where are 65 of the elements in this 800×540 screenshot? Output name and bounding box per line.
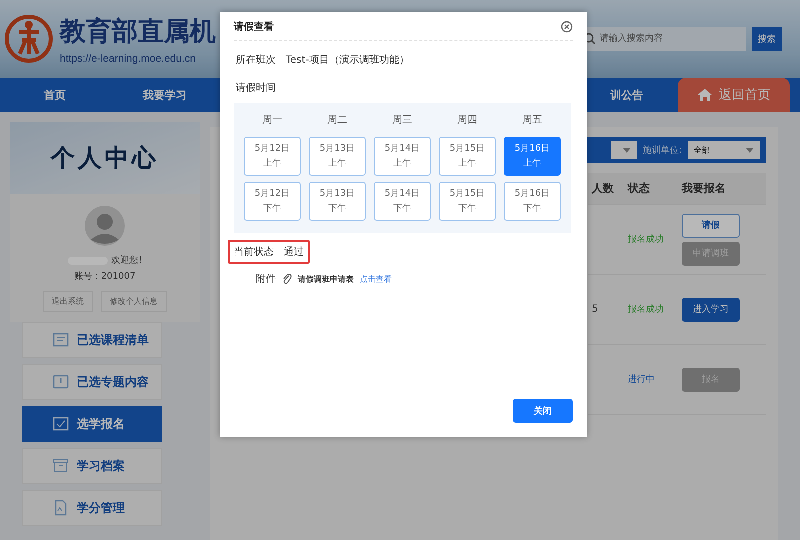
weekday-label: 周一 — [262, 114, 284, 128]
caret-icon — [746, 148, 754, 152]
menu-item[interactable]: 已选专题内容 — [22, 364, 162, 400]
action-button[interactable]: 进入学习 — [682, 298, 740, 322]
field-label: 当前状态 — [234, 246, 274, 259]
caret-icon — [622, 148, 631, 152]
view-link[interactable]: 点击查看 — [360, 274, 392, 284]
avatar-icon — [85, 206, 125, 246]
time-slot[interactable]: 5月14日 上午 — [374, 137, 431, 176]
time-slot[interactable]: 5月12日 下午 — [244, 182, 301, 221]
time-slot[interactable]: 5月14日 下午 — [374, 182, 431, 221]
profile-button[interactable]: 修改个人信息 — [101, 291, 167, 312]
file-name: 请假调班申请表 — [298, 274, 354, 284]
column-header: 我要报名 — [682, 181, 727, 196]
nav-item[interactable]: 我要学习 — [110, 88, 220, 102]
column-header: 状态 — [628, 181, 651, 196]
time-slot[interactable]: 5月15日 下午 — [439, 182, 496, 221]
close-button[interactable] — [561, 21, 573, 33]
weekday-label: 周五 — [522, 114, 544, 128]
nav-item[interactable]: 首页 — [0, 88, 110, 102]
time-slot[interactable]: 5月13日 上午 — [309, 137, 366, 176]
list-icon — [53, 332, 69, 348]
search-button[interactable]: 搜索 — [752, 27, 782, 51]
dropdown[interactable] — [610, 141, 637, 159]
sidebar-title: 个人中心 — [51, 142, 159, 174]
field-label: 所在班次 — [236, 54, 276, 67]
weekday-label: 周三 — [392, 114, 414, 128]
logo-icon — [4, 14, 54, 64]
time-slot[interactable]: 5月16日 下午 — [504, 182, 561, 221]
archive-icon — [53, 458, 69, 474]
column-header: 人数 — [591, 181, 615, 196]
dropdown-value: 全部 — [694, 144, 710, 156]
time-slot[interactable]: 5月16日 上午 — [504, 137, 561, 176]
site-url[interactable]: https://e-learning.moe.edu.cn — [60, 52, 216, 64]
dialog-title: 请假查看 — [234, 20, 274, 34]
field-value: 通过 — [284, 246, 304, 259]
table-cell-text: 5 — [591, 304, 598, 315]
action-button[interactable]: 请假 — [682, 214, 740, 238]
time-slot[interactable]: 5月13日 下午 — [309, 182, 366, 221]
dropdown[interactable]: 全部 — [688, 141, 760, 159]
close-dialog-button[interactable]: 关闭 — [513, 399, 573, 423]
time-slot[interactable]: 5月15日 上午 — [439, 137, 496, 176]
field-label: 请假时间 — [235, 82, 277, 95]
paperclip-icon — [282, 273, 292, 285]
menu-item[interactable]: 已选课程清单 — [22, 322, 162, 358]
field-label: 附件 — [256, 273, 276, 286]
greeting-text: 欢迎您! — [112, 254, 142, 267]
filter-label: 施训单位: — [642, 144, 682, 156]
close-icon — [561, 21, 573, 33]
menu-item[interactable]: 选学报名 — [22, 406, 162, 442]
weekday-label: 周四 — [456, 114, 478, 128]
menu-item[interactable]: 学分管理 — [22, 490, 162, 526]
site-title: 教育部直属机 — [60, 16, 216, 48]
time-slot[interactable]: 5月12日 上午 — [244, 137, 301, 176]
home-button[interactable]: 返回首页 — [678, 78, 790, 112]
weekday-label: 周二 — [326, 114, 348, 128]
document-icon — [53, 500, 69, 516]
menu-item[interactable]: 学习档案 — [22, 448, 162, 484]
checkbox-icon — [53, 416, 69, 432]
account-text: 账号：201007 — [74, 270, 136, 283]
home-icon — [697, 88, 713, 102]
nav-item[interactable]: 训公告 — [592, 88, 662, 102]
field-value: Test-项目（演示调班功能） — [286, 54, 410, 67]
notice-icon — [53, 374, 69, 390]
profile-button[interactable]: 退出系统 — [43, 291, 93, 312]
